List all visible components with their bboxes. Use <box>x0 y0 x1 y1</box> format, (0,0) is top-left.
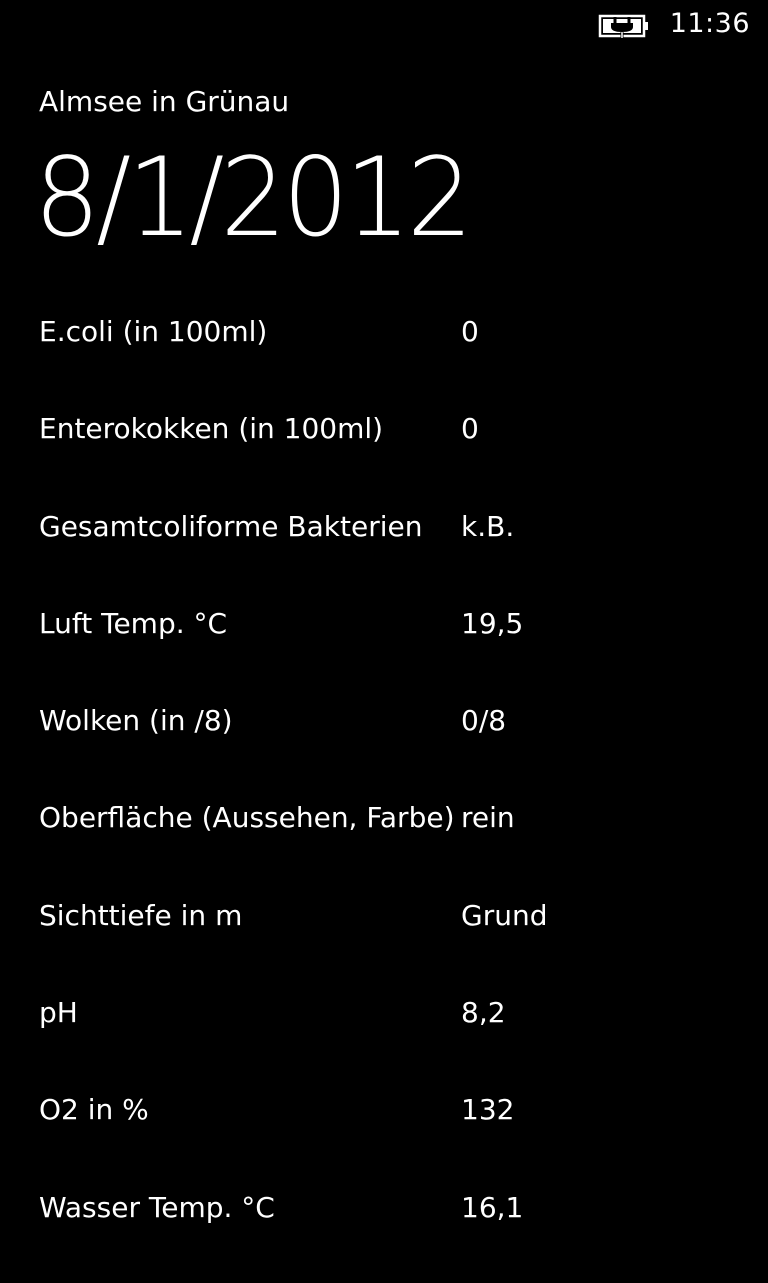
list-item: O2 in % 132 <box>39 1088 749 1185</box>
list-item: Oberfläche (Aussehen, Farbe) rein <box>39 796 749 893</box>
measurement-value: 0 <box>461 315 479 348</box>
measurement-value: Grund <box>461 898 548 932</box>
measurement-value: k.B. <box>461 509 515 543</box>
measurement-label: Wasser Temp. °C <box>39 1190 275 1224</box>
list-item: Gesamtcoliforme Bakterien k.B. <box>39 505 749 602</box>
measurement-label: Oberfläche (Aussehen, Farbe) <box>39 801 455 835</box>
measurement-label: O2 in % <box>39 1093 149 1127</box>
list-item: Sichttiefe in m Grund <box>39 894 749 991</box>
list-item: Wasser Temp. °C 16,1 <box>39 1186 749 1283</box>
list-item: Wolken (in /8) 0/8 <box>39 699 749 796</box>
list-item: Luft Temp. °C 19,5 <box>39 602 749 699</box>
measurement-value: rein <box>461 801 515 835</box>
measurement-label: Sichttiefe in m <box>39 898 243 932</box>
measurement-value: 132 <box>461 1093 515 1127</box>
list-item: E.coli (in 100ml) 0 <box>39 310 749 407</box>
measurement-value: 0/8 <box>461 704 507 738</box>
location-name: Almsee in Grünau <box>39 85 290 118</box>
measurement-value: 8,2 <box>461 996 506 1030</box>
battery-charging-icon <box>598 13 650 39</box>
list-item: Enterokokken (in 100ml) 0 <box>39 407 749 504</box>
measurement-label: pH <box>39 996 78 1030</box>
measurement-label: E.coli (in 100ml) <box>39 315 268 348</box>
page-title: 8/1/2012 <box>34 132 473 262</box>
clock: 11:36 <box>669 8 750 39</box>
measurement-value: 16,1 <box>461 1190 524 1224</box>
list-item: pH 8,2 <box>39 991 749 1088</box>
measurement-list: E.coli (in 100ml) 0 Enterokokken (in 100… <box>39 310 749 1283</box>
measurement-label: Wolken (in /8) <box>39 704 233 738</box>
status-bar: 11:36 <box>0 0 768 50</box>
measurement-label: Gesamtcoliforme Bakterien <box>39 509 423 543</box>
measurement-label: Luft Temp. °C <box>39 606 228 640</box>
measurement-label: Enterokokken (in 100ml) <box>39 412 384 446</box>
measurement-value: 19,5 <box>461 606 524 640</box>
measurement-value: 0 <box>461 412 479 446</box>
